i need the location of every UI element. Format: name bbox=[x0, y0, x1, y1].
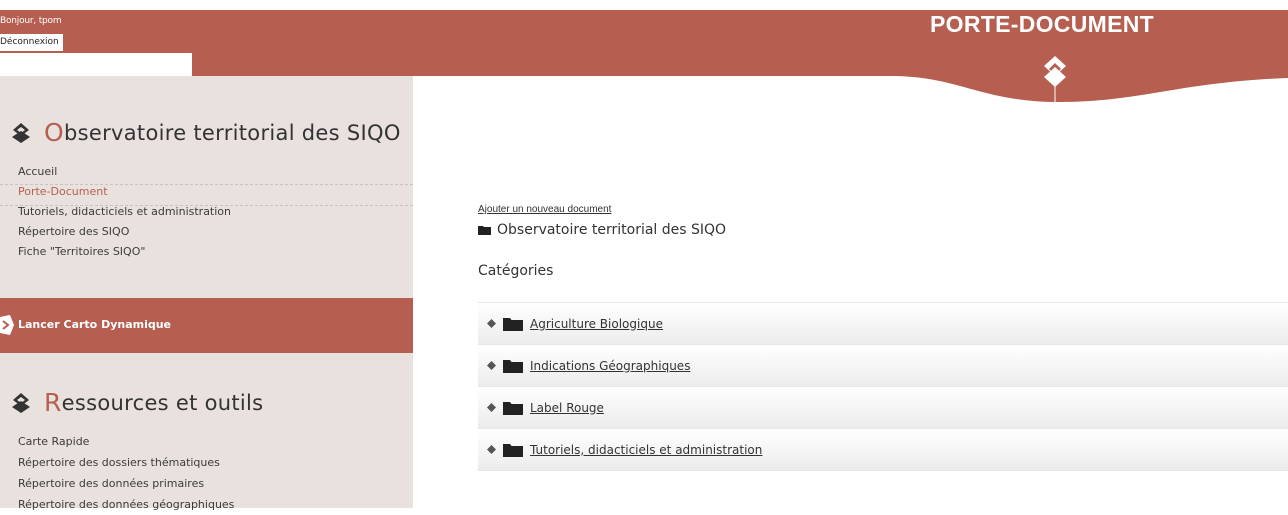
divider bbox=[0, 205, 413, 206]
category-row[interactable]: Label Rouge bbox=[478, 386, 1288, 428]
tool-item-dossiers[interactable]: Répertoire des dossiers thématiques bbox=[18, 452, 234, 473]
carto-label: Lancer Carto Dynamique bbox=[18, 318, 172, 331]
section-initial: O bbox=[44, 118, 64, 147]
diamond-ornament-icon bbox=[12, 122, 30, 143]
diamond-bullet-icon bbox=[487, 319, 496, 328]
category-link[interactable]: Tutoriels, didacticiels et administratio… bbox=[530, 443, 762, 457]
folder-icon bbox=[503, 401, 523, 415]
category-link[interactable]: Indications Géographiques bbox=[530, 359, 690, 373]
folder-icon bbox=[503, 359, 523, 373]
sidebar-item-fiche-territoires[interactable]: Fiche "Territoires SIQO" bbox=[18, 242, 231, 262]
categories-heading: Catégories bbox=[478, 263, 554, 279]
folder-icon bbox=[503, 317, 523, 331]
sidebar-nav: Accueil Porte-Document Tutoriels, didact… bbox=[18, 162, 231, 262]
sidebar-item-repertoire-siqo[interactable]: Répertoire des SIQO bbox=[18, 222, 231, 242]
user-panel bbox=[0, 53, 192, 76]
logout-link[interactable]: Déconnexion bbox=[0, 34, 63, 51]
diamond-bullet-icon bbox=[487, 361, 496, 370]
sidebar: Observatoire territorial des SIQO Accuei… bbox=[0, 76, 413, 511]
section-title-text: bservatoire territorial des SIQO bbox=[63, 120, 401, 145]
sidebar-item-accueil[interactable]: Accueil bbox=[18, 162, 231, 182]
category-link[interactable]: Agriculture Biologique bbox=[530, 317, 663, 331]
tool-item-carte-rapide[interactable]: Carte Rapide bbox=[18, 431, 234, 452]
category-row[interactable]: Indications Géographiques bbox=[478, 344, 1288, 386]
section-initial: R bbox=[44, 388, 62, 417]
category-row[interactable]: Tutoriels, didacticiels et administratio… bbox=[478, 428, 1288, 471]
divider bbox=[0, 184, 413, 185]
tool-item-donnees-geo[interactable]: Répertoire des données géographiques bbox=[18, 494, 234, 515]
add-document-link[interactable]: Ajouter un nouveau document bbox=[478, 204, 611, 215]
tools-nav: Carte Rapide Répertoire des dossiers thé… bbox=[18, 431, 234, 515]
diamond-ornament-icon bbox=[12, 392, 30, 413]
diamond-arrow-icon bbox=[1044, 56, 1066, 102]
breadcrumb: Observatoire territorial des SIQO bbox=[478, 222, 726, 238]
section-title-text: essources et outils bbox=[61, 390, 264, 415]
categories-list: Agriculture Biologique Indications Géogr… bbox=[478, 302, 1288, 471]
category-row[interactable]: Agriculture Biologique bbox=[478, 302, 1288, 344]
page-title: PORTE-DOCUMENT bbox=[930, 11, 1154, 37]
category-link[interactable]: Label Rouge bbox=[530, 401, 604, 415]
section-title-ressources: Ressources et outils bbox=[10, 388, 263, 417]
carto-dynamique-button[interactable]: Lancer Carto Dynamique bbox=[0, 298, 413, 353]
sidebar-item-porte-document[interactable]: Porte-Document bbox=[18, 182, 231, 202]
diamond-bullet-icon bbox=[487, 445, 496, 454]
folder-icon bbox=[503, 443, 523, 457]
map-icon bbox=[0, 315, 14, 335]
breadcrumb-label: Observatoire territorial des SIQO bbox=[497, 222, 727, 238]
user-greeting: Bonjour, tpom bbox=[0, 16, 62, 26]
section-title-observatoire: Observatoire territorial des SIQO bbox=[10, 118, 401, 147]
folder-icon bbox=[478, 226, 491, 235]
tool-item-donnees-primaires[interactable]: Répertoire des données primaires bbox=[18, 473, 234, 494]
diamond-bullet-icon bbox=[487, 403, 496, 412]
